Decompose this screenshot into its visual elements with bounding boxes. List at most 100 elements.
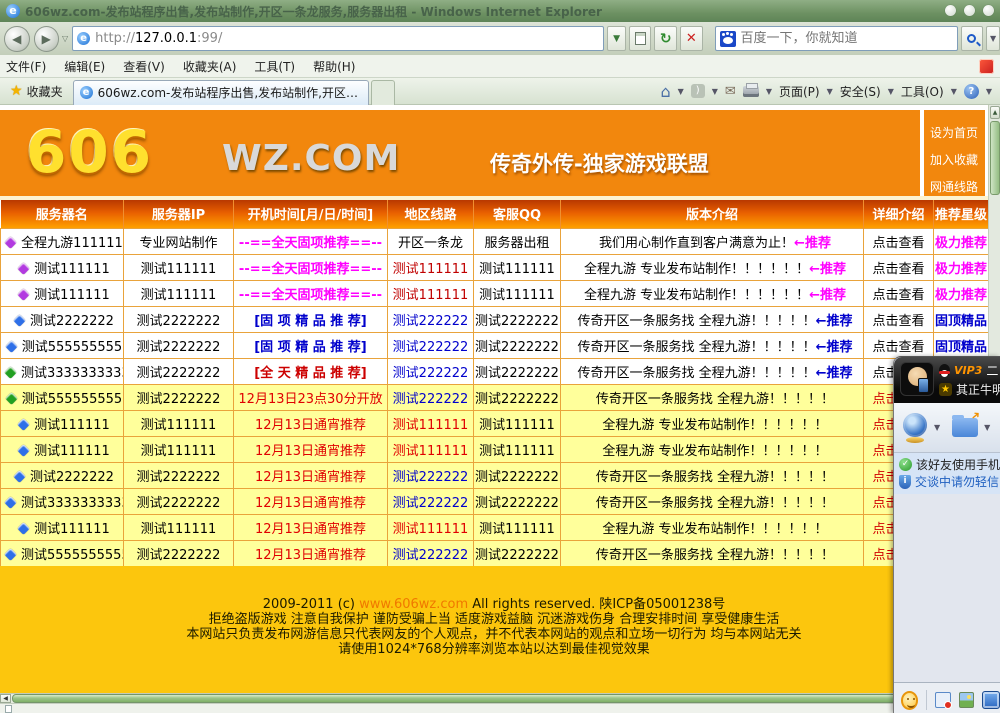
refresh-button[interactable]: ↻ (654, 26, 677, 51)
menu-view[interactable]: 查看(V) (123, 58, 165, 75)
toolbar-extension-icon[interactable] (979, 59, 994, 74)
detail-link[interactable]: 点击查看 (864, 332, 934, 358)
image-icon[interactable] (959, 692, 974, 708)
scroll-up-icon[interactable]: ▲ (990, 106, 1000, 119)
detail-link[interactable]: 点击查看 (864, 280, 934, 306)
region-line-cell[interactable]: 测试222222 (388, 384, 474, 410)
file-share-icon[interactable] (952, 418, 978, 437)
tools-menu[interactable]: 工具(O) (901, 83, 944, 100)
menu-file[interactable]: 文件(F) (6, 58, 46, 75)
safety-dropdown-icon[interactable]: ▼ (888, 87, 894, 96)
new-tab-button[interactable] (371, 80, 395, 105)
page-menu[interactable]: 页面(P) (779, 83, 820, 100)
detail-link[interactable]: 点击查看 (864, 228, 934, 254)
browser-tab[interactable]: e 606wz.com-发布站程序出售,发布站制作,开区一... (73, 80, 369, 105)
recent-pages-dropdown-icon[interactable]: ▽ (62, 34, 68, 43)
feed-icon[interactable]: ) (691, 84, 705, 98)
server-name-cell[interactable]: 测试2222222 (1, 462, 124, 488)
feed-dropdown-icon[interactable]: ▼ (712, 87, 718, 96)
detail-link[interactable]: 点击查看 (864, 306, 934, 332)
column-header: 地区线路 (388, 200, 474, 228)
search-button[interactable] (961, 26, 984, 51)
address-dropdown-icon[interactable]: ▼ (607, 26, 626, 51)
server-name-cell[interactable]: 测试111111 (1, 410, 124, 436)
page-dropdown-icon[interactable]: ▼ (827, 87, 833, 96)
server-name-cell[interactable]: 测试555555555 (1, 384, 124, 410)
stop-button[interactable]: ✕ (680, 26, 703, 51)
search-box[interactable] (715, 26, 958, 51)
region-line-cell[interactable]: 测试111111 (388, 436, 474, 462)
server-name-cell[interactable]: 测试111111 (1, 254, 124, 280)
help-dropdown-icon[interactable]: ▼ (986, 87, 992, 96)
back-button[interactable]: ◀ (4, 26, 30, 52)
page-favicon: e (77, 32, 90, 45)
set-homepage-link[interactable]: 设为首页 (930, 120, 985, 147)
region-line-cell[interactable]: 开区一条龙 (388, 228, 474, 254)
server-name-cell[interactable]: 测试111111 (1, 436, 124, 462)
footer-site-link[interactable]: www.606wz.com (359, 597, 468, 612)
url-field[interactable]: e http://127.0.0.1:99/ (72, 26, 604, 51)
safety-menu[interactable]: 安全(S) (840, 83, 881, 100)
print-dropdown-icon[interactable]: ▼ (766, 87, 772, 96)
server-name-cell[interactable]: 测试333333333333 (1, 358, 124, 384)
menu-edit[interactable]: 编辑(E) (64, 58, 105, 75)
server-name-cell[interactable]: 测试5555555555 (1, 540, 124, 566)
add-favorite-link[interactable]: 加入收藏 (930, 147, 985, 174)
site-tagline: 传奇外传-独家游戏联盟 (490, 148, 709, 178)
help-icon[interactable]: ? (964, 84, 979, 99)
server-name-cell[interactable]: 测试111111 (1, 514, 124, 540)
webcam-dropdown-icon[interactable]: ▼ (934, 423, 940, 432)
maximize-button[interactable] (964, 5, 975, 16)
avatar[interactable] (900, 362, 934, 396)
region-line-cell[interactable]: 测试222222 (388, 462, 474, 488)
gem-icon (17, 444, 30, 457)
menu-help[interactable]: 帮助(H) (313, 58, 355, 75)
minimize-button[interactable] (945, 5, 956, 16)
region-line-cell[interactable]: 测试111111 (388, 280, 474, 306)
search-input[interactable] (741, 31, 953, 46)
search-dropdown-icon[interactable]: ▼ (986, 26, 1000, 51)
horizontal-scrollbar[interactable]: ◀ ▶ (0, 693, 1000, 703)
region-line-cell[interactable]: 测试111111 (388, 514, 474, 540)
scroll-left-icon[interactable]: ◀ (0, 694, 11, 703)
server-name-cell[interactable]: 全程九游111111 (1, 228, 124, 254)
video-window-icon[interactable] (982, 691, 1000, 709)
vertical-scroll-thumb[interactable] (990, 121, 1000, 195)
home-icon[interactable]: ⌂ (660, 82, 670, 101)
health-notice-line: 拒绝盗版游戏 注意自我保护 谨防受骗上当 适度游戏益脑 沉迷游戏伤身 合理安排时… (0, 612, 988, 627)
tools-dropdown-icon[interactable]: ▼ (951, 87, 957, 96)
qq-nickname: 二 (986, 362, 998, 379)
home-dropdown-icon[interactable]: ▼ (678, 87, 684, 96)
webcam-icon[interactable] (902, 413, 928, 443)
print-icon[interactable] (743, 86, 759, 97)
gem-icon (13, 314, 26, 327)
server-name-cell[interactable]: 测试333333333333 (1, 488, 124, 514)
region-line-cell[interactable]: 测试111111 (388, 410, 474, 436)
server-name-cell[interactable]: 测试555555555 (1, 332, 124, 358)
menu-favorites[interactable]: 收藏夹(A) (183, 58, 237, 75)
server-name-cell[interactable]: 测试2222222 (1, 306, 124, 332)
server-name-cell[interactable]: 测试111111 (1, 280, 124, 306)
region-line-cell[interactable]: 测试222222 (388, 540, 474, 566)
gem-icon (17, 522, 30, 535)
favorites-button[interactable]: ★ 收藏夹 (0, 78, 73, 104)
menu-tools[interactable]: 工具(T) (254, 58, 295, 75)
region-line-cell[interactable]: 测试222222 (388, 358, 474, 384)
status-bar (0, 703, 1000, 713)
file-share-dropdown-icon[interactable]: ▼ (984, 423, 990, 432)
forward-button[interactable]: ▶ (34, 26, 60, 52)
screenshot-icon[interactable] (935, 692, 950, 708)
close-button[interactable] (983, 5, 994, 16)
compatibility-view-button[interactable] (629, 26, 652, 51)
region-line-cell[interactable]: 测试222222 (388, 332, 474, 358)
qq-chat-popup: VIP3 二 ★ 其正牛明 ▼ ▼ ✓ 该好友使用手机 i 交谈中请勿轻信 (893, 356, 1000, 713)
region-line-cell[interactable]: 测试222222 (388, 306, 474, 332)
emoticon-icon[interactable] (901, 691, 918, 710)
region-line-cell[interactable]: 测试222222 (388, 488, 474, 514)
star-rating-cell: 极力推荐 (934, 254, 989, 280)
detail-link[interactable]: 点击查看 (864, 254, 934, 280)
mail-icon[interactable]: ✉ (725, 84, 736, 99)
region-line-cell[interactable]: 测试111111 (388, 254, 474, 280)
server-table: 服务器名服务器IP开机时间[月/日/时间]地区线路客服QQ版本介绍详细介绍推荐星… (0, 200, 988, 567)
horizontal-scroll-thumb[interactable] (12, 694, 972, 703)
